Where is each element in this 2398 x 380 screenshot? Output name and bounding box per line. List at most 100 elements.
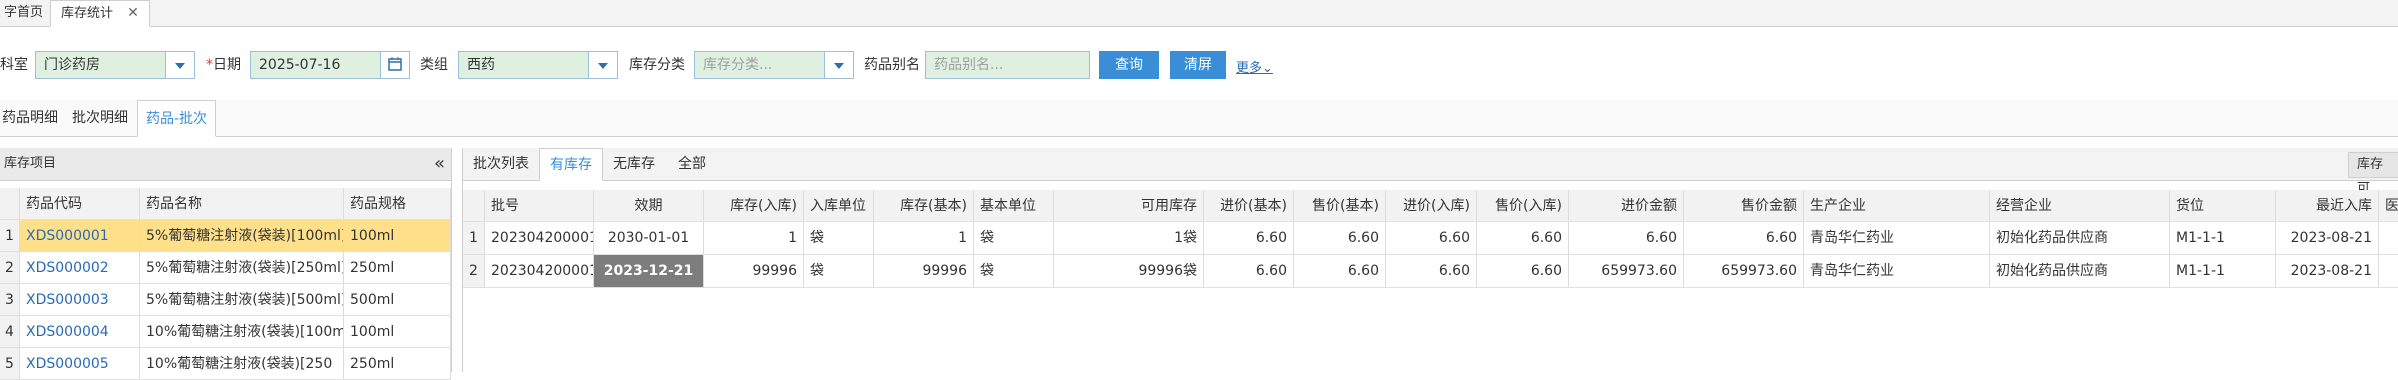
dept-select[interactable]: 门诊药房 xyxy=(35,51,195,79)
manufacturer: 青岛华仁药业 xyxy=(1804,255,1990,287)
location: M1-1-1 xyxy=(2170,255,2276,287)
drug-spec: 500ml xyxy=(344,284,451,315)
tab-in-stock[interactable]: 有库存 xyxy=(539,148,603,181)
tab-no-stock[interactable]: 无库存 xyxy=(603,148,665,180)
col-header[interactable]: 入库单位 xyxy=(804,190,874,221)
chevron-down-icon[interactable] xyxy=(824,52,853,78)
col-header[interactable]: 效期 xyxy=(594,190,704,221)
col-header[interactable]: 售价金额 xyxy=(1684,190,1804,221)
stock-in: 1 xyxy=(704,222,804,254)
cost-amount: 6.60 xyxy=(1569,222,1684,254)
window-tab-strip: 字首页 库存统计 ✕ xyxy=(0,0,2398,27)
manufacturer: 青岛华仁药业 xyxy=(1804,222,1990,254)
in-unit: 袋 xyxy=(804,222,874,254)
col-header[interactable]: 生产企业 xyxy=(1804,190,1990,221)
required-mark: * xyxy=(206,57,213,73)
tab-home[interactable]: 字首页 xyxy=(0,0,53,25)
tab-stock-stats[interactable]: 库存统计 ✕ xyxy=(50,0,150,27)
chevron-down-icon[interactable] xyxy=(165,52,194,78)
table-row[interactable]: 4 XDS000004 10%葡萄糖注射液(袋装)[100m 100ml xyxy=(0,316,451,348)
tab-drug-batch[interactable]: 药品-批次 xyxy=(137,100,217,137)
col-header[interactable]: 售价(入库) xyxy=(1477,190,1569,221)
chevron-down-icon[interactable] xyxy=(588,52,617,78)
table-row[interactable]: 1 202304200001 2030-01-01 1 袋 1 袋 1袋 6.6… xyxy=(463,222,2398,255)
drug-code[interactable]: XDS000002 xyxy=(20,252,140,283)
drug-name: 5%葡萄糖注射液(袋装)[500ml] xyxy=(140,284,344,315)
more-link[interactable]: 更多⌄ xyxy=(1236,57,1273,76)
batch-panel: 批次列表 有库存 无库存 全部 库存可 批号 效期 库存(入库) 入库单位 库存… xyxy=(462,148,2398,372)
col-header[interactable]: 进价(入库) xyxy=(1386,190,1477,221)
col-header[interactable]: 批号 xyxy=(485,190,594,221)
table-row[interactable]: 3 XDS000003 5%葡萄糖注射液(袋装)[500ml] 500ml xyxy=(0,284,451,316)
clear-button[interactable]: 清屏 xyxy=(1170,51,1226,79)
col-header[interactable]: 可用库存 xyxy=(1054,190,1204,221)
price-in: 6.60 xyxy=(1477,255,1569,287)
drug-name: 10%葡萄糖注射液(袋装)[250 xyxy=(140,348,344,379)
query-button[interactable]: 查询 xyxy=(1099,51,1159,79)
table-row[interactable]: 2 202304200001 2023-12-21 99996 袋 99996 … xyxy=(463,255,2398,288)
dept-value: 门诊药房 xyxy=(44,57,100,73)
tab-drug-detail[interactable]: 药品明细 xyxy=(0,100,66,136)
drug-code[interactable]: XDS000001 xyxy=(20,220,140,251)
last-in-date: 2023-08-21 xyxy=(2276,255,2379,287)
batch-number: 202304200001 xyxy=(485,222,594,254)
drug-code[interactable]: XDS000004 xyxy=(20,316,140,347)
more-link-label: 更多 xyxy=(1236,61,1263,76)
row-number: 5 xyxy=(0,348,20,379)
tab-batch-detail[interactable]: 批次明细 xyxy=(64,100,136,136)
col-header[interactable]: 货位 xyxy=(2170,190,2276,221)
category-label: 类组 xyxy=(420,57,448,73)
col-header[interactable]: 医 xyxy=(2379,190,2398,221)
drug-code[interactable]: XDS000003 xyxy=(20,284,140,315)
col-header[interactable]: 药品规格 xyxy=(344,188,451,219)
batch-number: 202304200001 xyxy=(485,255,594,287)
table-row[interactable]: 5 XDS000005 10%葡萄糖注射液(袋装)[250 250ml xyxy=(0,348,451,380)
alias-input[interactable]: 药品别名... xyxy=(925,51,1090,79)
collapse-icon[interactable]: « xyxy=(434,148,445,180)
stock-items-panel: 库存项目 « 药品代码 药品名称 药品规格 1 XDS000001 5%葡萄糖注… xyxy=(0,148,452,380)
sub-tab-bar: 药品明细 批次明细 药品-批次 xyxy=(0,100,2398,137)
table-row[interactable]: 2 XDS000002 5%葡萄糖注射液(袋装)[250ml] 250ml xyxy=(0,252,451,284)
supplier: 初始化药品供应商 xyxy=(1990,222,2170,254)
alias-placeholder: 药品别名... xyxy=(934,57,1004,73)
category-select[interactable]: 西药 xyxy=(458,51,618,79)
close-icon[interactable]: ✕ xyxy=(127,5,139,21)
stock-available-button[interactable]: 库存可 xyxy=(2348,152,2398,196)
base-unit: 袋 xyxy=(974,222,1054,254)
col-header[interactable]: 经营企业 xyxy=(1990,190,2170,221)
table-row[interactable]: 1 XDS000001 5%葡萄糖注射液(袋装)[100ml] 100ml xyxy=(0,220,451,252)
row-number: 2 xyxy=(0,252,20,283)
expiry-date-expired: 2023-12-21 xyxy=(594,255,704,287)
tab-all[interactable]: 全部 xyxy=(668,148,716,180)
date-label: *日期 xyxy=(206,50,241,80)
available-stock: 1袋 xyxy=(1054,222,1204,254)
row-number: 4 xyxy=(0,316,20,347)
panel-title: 库存项目 xyxy=(4,156,57,171)
available-stock: 99996袋 xyxy=(1054,255,1204,287)
tab-batch-list[interactable]: 批次列表 xyxy=(463,148,539,180)
drug-code[interactable]: XDS000005 xyxy=(20,348,140,379)
base-unit: 袋 xyxy=(974,255,1054,287)
in-unit: 袋 xyxy=(804,255,874,287)
col-header[interactable]: 库存(入库) xyxy=(704,190,804,221)
drug-name: 5%葡萄糖注射液(袋装)[100ml] xyxy=(140,220,344,251)
calendar-icon[interactable] xyxy=(380,52,409,78)
col-header[interactable]: 药品代码 xyxy=(20,188,140,219)
price-amount: 6.60 xyxy=(1684,222,1804,254)
col-header[interactable]: 进价金额 xyxy=(1569,190,1684,221)
col-header[interactable]: 售价(基本) xyxy=(1294,190,1386,221)
col-header[interactable]: 库存(基本) xyxy=(874,190,974,221)
stock-base: 99996 xyxy=(874,255,974,287)
stock-class-select[interactable]: 库存分类... xyxy=(694,51,854,79)
col-header[interactable]: 最近入库 xyxy=(2276,190,2379,221)
col-header[interactable]: 药品名称 xyxy=(140,188,344,219)
tab-home-label: 字首页 xyxy=(4,5,44,20)
last-in-date: 2023-08-21 xyxy=(2276,222,2379,254)
col-header[interactable]: 基本单位 xyxy=(974,190,1054,221)
stock-class-placeholder: 库存分类... xyxy=(703,57,773,73)
date-field[interactable]: 2025-07-16 xyxy=(250,51,410,79)
cost-in: 6.60 xyxy=(1386,255,1477,287)
price-base: 6.60 xyxy=(1294,255,1386,287)
col-header[interactable]: 进价(基本) xyxy=(1204,190,1294,221)
dept-label: 科室 xyxy=(0,57,28,73)
